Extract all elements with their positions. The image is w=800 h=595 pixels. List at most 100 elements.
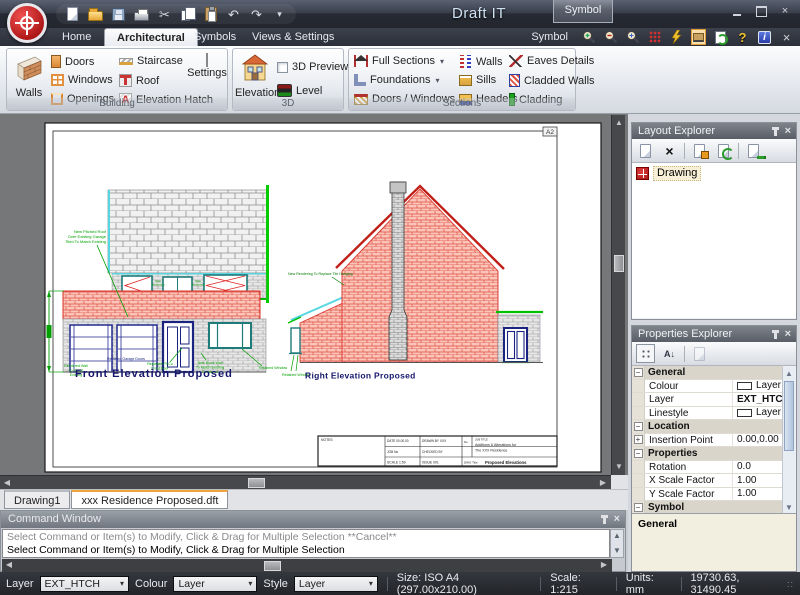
collapse-icon[interactable]: − — [634, 503, 643, 512]
property-row[interactable]: Y Scale Factor 1.00 — [632, 488, 783, 502]
pin-icon[interactable] — [774, 130, 777, 136]
context-tab-symbol[interactable]: Symbol — [553, 0, 613, 23]
collapse-icon[interactable]: − — [634, 368, 643, 377]
add-layout-button[interactable] — [744, 141, 763, 160]
grid-toggle-button[interactable] — [647, 30, 662, 45]
expand-icon[interactable]: + — [634, 435, 643, 444]
sort-alphabetical-button[interactable]: A↓ — [660, 344, 679, 363]
foundations-button[interactable]: Foundations▾ — [354, 74, 440, 86]
pin-icon[interactable] — [603, 518, 606, 524]
new-file-button[interactable] — [64, 6, 81, 23]
scroll-right-icon[interactable]: ▶ — [598, 559, 610, 571]
snap-toggle-button[interactable] — [669, 30, 684, 45]
doc-tab-drawing1[interactable]: Drawing1 — [4, 490, 70, 509]
3d-preview-checkbox[interactable]: 3D Preview — [277, 61, 348, 73]
paste-button[interactable] — [202, 6, 219, 23]
command-vertical-scrollbar[interactable]: ▲ ▼ — [610, 529, 624, 558]
vertical-scroll-thumb[interactable] — [614, 255, 624, 272]
tab-home[interactable]: Home — [50, 28, 103, 46]
pin-icon[interactable] — [774, 333, 777, 339]
close-panel-icon[interactable]: × — [785, 329, 791, 340]
qat-customize-button[interactable]: ▾ — [271, 6, 288, 23]
property-pages-button[interactable] — [690, 344, 709, 363]
scroll-thumb[interactable] — [264, 561, 281, 571]
redo-button[interactable]: ↷ — [248, 6, 265, 23]
eaves-details-button[interactable]: Eaves Details — [509, 55, 594, 67]
command-history[interactable]: Select Command or Item(s) to Modify, Cli… — [2, 529, 610, 558]
info-button[interactable]: i — [757, 30, 772, 45]
style-combobox[interactable]: Layer ▾ — [294, 576, 378, 592]
property-row[interactable]: + Insertion Point 0.00,0.00 — [632, 434, 783, 448]
scroll-up-icon[interactable]: ▲ — [783, 368, 795, 380]
scroll-left-icon[interactable]: ◀ — [1, 477, 13, 489]
resize-grip[interactable]: :: — [787, 579, 794, 589]
property-row[interactable]: Rotation 0.0 — [632, 461, 783, 475]
front-elevation-label: Front Elevation Proposed — [75, 368, 233, 380]
tab-symbols[interactable]: Symbols — [182, 28, 248, 46]
property-row[interactable]: X Scale Factor 1.00 — [632, 474, 783, 488]
symbol-edit-button[interactable] — [691, 30, 706, 45]
save-button[interactable] — [110, 6, 127, 23]
export-symbol-button[interactable] — [713, 30, 728, 45]
zoom-extents-button[interactable] — [625, 30, 640, 45]
scroll-up-icon[interactable]: ▲ — [611, 530, 623, 542]
level-button[interactable]: Level — [277, 84, 322, 97]
update-layout-button[interactable] — [714, 141, 733, 160]
staircase-button[interactable]: Staircase — [119, 55, 183, 67]
property-row[interactable]: Colour Layer — [632, 380, 783, 394]
help-button[interactable]: ? — [735, 30, 750, 45]
copy-button[interactable] — [179, 6, 196, 23]
zoom-in-button[interactable] — [581, 30, 596, 45]
category-row[interactable]: − General — [632, 366, 783, 380]
scroll-up-icon[interactable]: ▲ — [613, 117, 625, 129]
minimize-button[interactable] — [730, 5, 744, 17]
cut-button[interactable]: ✂ — [156, 6, 173, 23]
scroll-right-icon[interactable]: ▶ — [597, 477, 609, 489]
category-row[interactable]: − Properties — [632, 447, 783, 461]
application-menu-button[interactable] — [7, 3, 47, 43]
category-row[interactable]: − Location — [632, 420, 783, 434]
elevation-button[interactable]: Elevation — [235, 53, 275, 99]
open-file-button[interactable] — [87, 6, 104, 23]
sills-button[interactable]: Sills — [459, 74, 496, 86]
scroll-down-icon[interactable]: ▼ — [613, 461, 625, 473]
undo-button[interactable]: ↶ — [225, 6, 242, 23]
scroll-thumb[interactable] — [784, 381, 794, 451]
collapse-icon[interactable]: − — [634, 422, 643, 431]
new-layout-button[interactable] — [636, 141, 655, 160]
full-sections-button[interactable]: Full Sections▾ — [354, 55, 444, 67]
walls-section-button[interactable]: Walls — [459, 55, 502, 68]
settings-button[interactable]: Settings — [187, 54, 227, 79]
doc-tab-residence[interactable]: xxx Residence Proposed.dft — [71, 490, 228, 509]
layout-tree-item-drawing[interactable]: Drawing — [636, 166, 792, 181]
tab-views-settings[interactable]: Views & Settings — [240, 28, 346, 46]
scroll-left-icon[interactable]: ◀ — [3, 559, 15, 571]
close-panel-icon[interactable]: × — [614, 514, 620, 525]
drawing-sheet[interactable]: A2 New Rendering New Rendering — [0, 115, 628, 475]
layer-combobox[interactable]: EXT_HTCH ▾ — [40, 576, 130, 592]
categorized-view-button[interactable] — [636, 344, 655, 363]
close-panel-icon[interactable]: × — [785, 126, 791, 137]
delete-layout-button[interactable]: × — [660, 141, 679, 160]
collapse-icon[interactable]: − — [634, 449, 643, 458]
close-button[interactable]: × — [778, 5, 792, 17]
doors-button[interactable]: Doors — [51, 55, 94, 68]
import-layout-button[interactable] — [690, 141, 709, 160]
property-row[interactable]: Linestyle Layer — [632, 407, 783, 421]
horizontal-scroll-thumb[interactable] — [248, 478, 265, 488]
canvas-horizontal-scrollbar[interactable]: ◀ ▶ — [0, 475, 611, 489]
property-row[interactable]: Layer EXT_HTCH — [632, 393, 783, 407]
colour-combobox[interactable]: Layer ▾ — [173, 576, 257, 592]
walls-button[interactable]: Walls — [9, 53, 49, 99]
close-ribbon-button[interactable]: × — [779, 30, 794, 45]
roof-button[interactable]: Roof — [119, 74, 159, 87]
cladded-walls-button[interactable]: Cladded Walls — [509, 74, 595, 87]
zoom-out-button[interactable] — [603, 30, 618, 45]
command-horizontal-scrollbar[interactable]: ◀ ▶ — [2, 559, 612, 572]
property-grid-scrollbar[interactable]: ▲ ▼ — [782, 367, 795, 515]
print-button[interactable] — [133, 6, 150, 23]
maximize-button[interactable] — [754, 5, 768, 17]
scroll-down-icon[interactable]: ▼ — [611, 545, 623, 557]
canvas-vertical-scrollbar[interactable]: ▲ ▼ — [611, 115, 625, 475]
windows-button[interactable]: Windows — [51, 74, 113, 86]
